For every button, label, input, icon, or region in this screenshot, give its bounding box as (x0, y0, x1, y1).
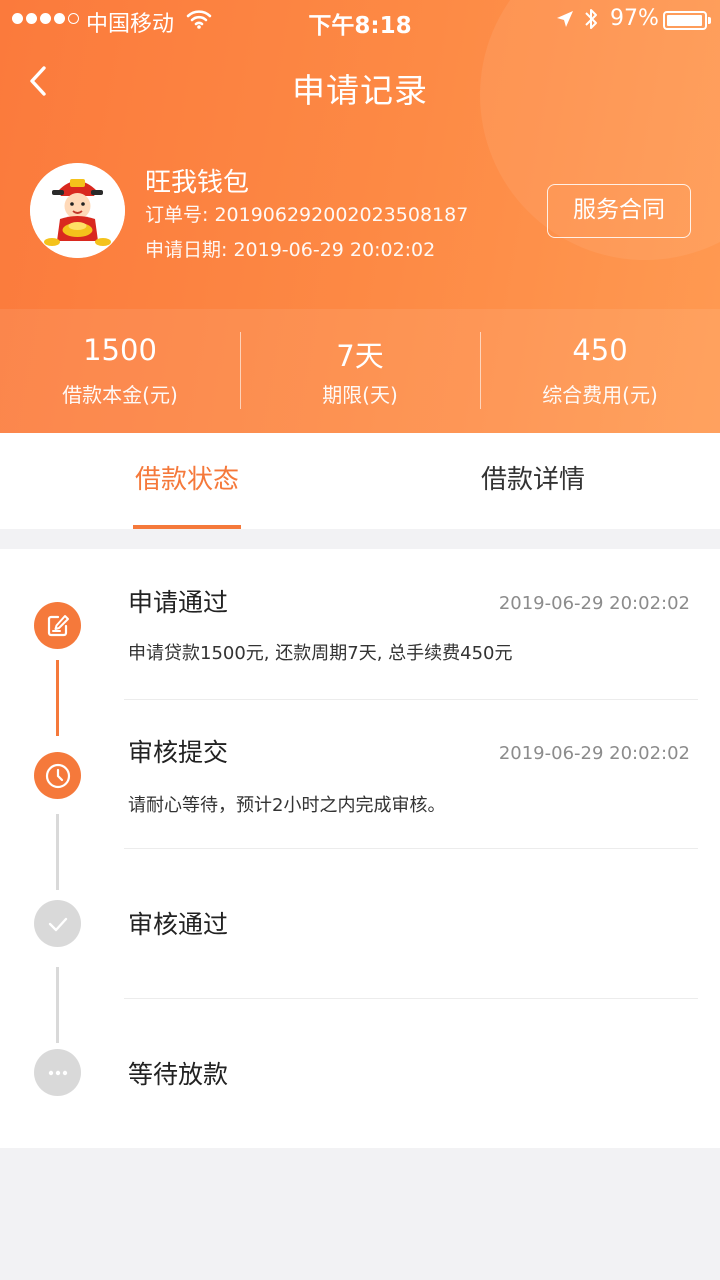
page-title: 申请记录 (292, 71, 428, 110)
step-title: 等待放款 (128, 1060, 229, 1089)
step-description: 申请贷款1500元, 还款周期7天, 总手续费450元 (128, 643, 513, 664)
order-number: 订单号: 2019062920020235081​87 (145, 204, 469, 226)
loan-summary: 1500 借款本金(元) 7天 期限(天) 450 综合费用(元) (0, 309, 720, 433)
stat-fee: 450 综合费用(元) (480, 309, 720, 433)
stat-value: 450 (572, 333, 628, 367)
edit-document-icon (47, 614, 69, 636)
divider (124, 998, 698, 999)
check-icon (48, 917, 67, 931)
step-title: 审核通过 (128, 910, 229, 939)
stat-value: 7天 (336, 339, 384, 373)
stat-value: 1500 (83, 333, 157, 367)
stat-term: 7天 期限(天) (240, 309, 480, 433)
stat-label: 期限(天) (322, 383, 398, 407)
step-title: 申请通过 (128, 588, 229, 617)
timeline-connector (56, 814, 59, 890)
bluetooth-icon (583, 6, 599, 36)
app-name: 旺我钱包 (145, 168, 250, 198)
fortune-god-icon (30, 163, 125, 258)
step-time: 2019-06-29 20:02:02 (498, 743, 690, 764)
step-node-pending (34, 1049, 81, 1096)
app-logo (30, 163, 125, 258)
stat-label: 综合费用(元) (542, 383, 658, 407)
step-node-current (34, 752, 81, 799)
header: 中国移动 下午8:18 97% 申请记录 旺我钱包 订单号: 201906292… (0, 0, 720, 433)
step-node-pending (34, 900, 81, 947)
step-node-done (34, 602, 81, 649)
clock-icon (45, 763, 70, 788)
step-time: 2019-06-29 20:02:02 (498, 593, 690, 614)
location-arrow-icon (555, 9, 575, 33)
more-dots-icon (48, 1070, 67, 1075)
apply-date: 申请日期: 2019-06-29 20:02:02 (145, 239, 436, 261)
status-timeline: 申请通过 2019-06-29 20:02:02 申请贷款1500元, 还款周期… (0, 549, 720, 1148)
step-description: 请耐心等待，预计2小时之内完成审核。 (128, 795, 446, 816)
stat-principal: 1500 借款本金(元) (0, 309, 240, 433)
status-bar: 中国移动 下午8:18 97% (0, 0, 720, 40)
timeline-connector (56, 967, 59, 1043)
divider (124, 848, 698, 849)
service-contract-button[interactable]: 服务合同 (547, 184, 691, 238)
tab-loan-details[interactable]: 借款详情 (478, 433, 588, 529)
tab-loan-status[interactable]: 借款状态 (133, 433, 241, 529)
step-title: 审核提交 (128, 738, 229, 767)
tab-bar: 借款状态 借款详情 (0, 433, 720, 529)
divider (124, 699, 698, 700)
stat-label: 借款本金(元) (62, 383, 178, 407)
battery-percent: 97% (610, 6, 659, 31)
timeline-connector (56, 660, 59, 736)
battery-icon (663, 11, 711, 30)
